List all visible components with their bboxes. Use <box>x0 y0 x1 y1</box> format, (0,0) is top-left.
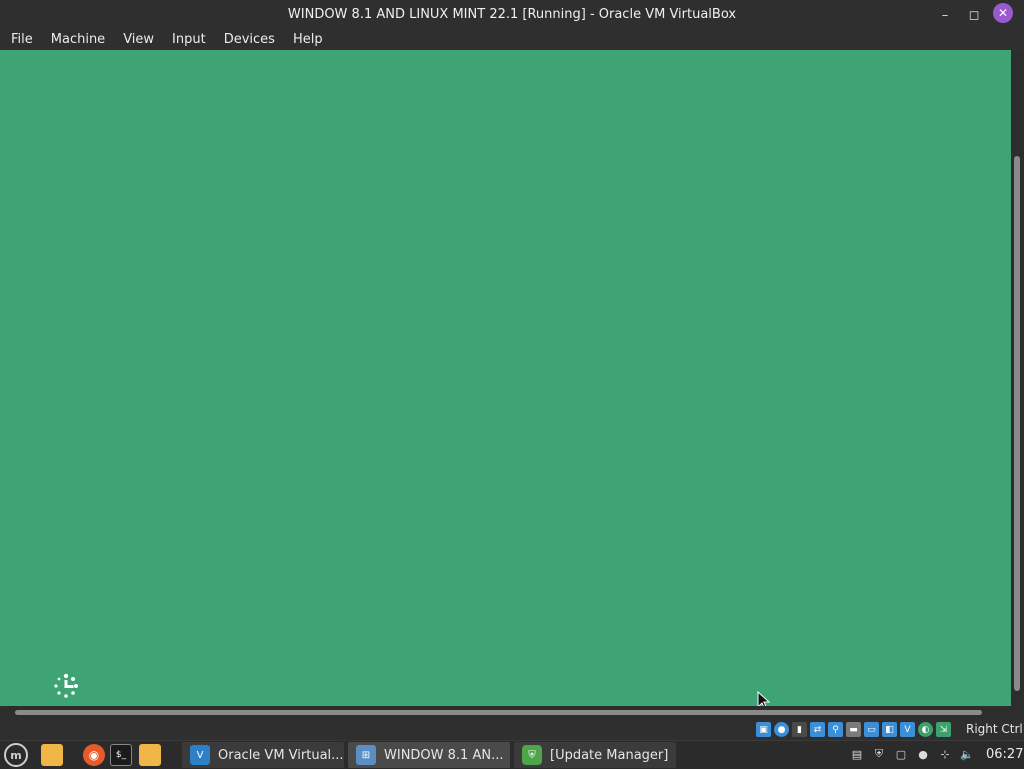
files-icon[interactable] <box>139 744 161 766</box>
task-label: WINDOW 8.1 AN... <box>384 747 504 763</box>
shared-folders-icon[interactable]: ▬ <box>846 722 861 737</box>
taskbar: m ◉ $_ V Oracle VM Virtual... ⊞ WINDOW 8… <box>0 740 1024 768</box>
window-title: WINDOW 8.1 AND LINUX MINT 22.1 [Running]… <box>287 7 737 22</box>
notes-icon[interactable]: ▢ <box>894 747 908 761</box>
clipboard-icon[interactable]: ▤ <box>850 747 864 761</box>
audio-icon[interactable]: ▮ <box>792 722 807 737</box>
vm-window-icon: ⊞ <box>356 745 376 765</box>
network-icon[interactable]: ⇄ <box>810 722 825 737</box>
system-tray: ▤ ⛨ ▢ ● ⊹ 🔈 <box>850 747 974 761</box>
menu-devices[interactable]: Devices <box>215 32 284 47</box>
vertical-scroll-thumb[interactable] <box>1014 156 1020 691</box>
task-update-manager[interactable]: ⛨ [Update Manager] <box>514 742 676 768</box>
scroll-corner <box>1011 706 1024 719</box>
window-titlebar[interactable]: WINDOW 8.1 AND LINUX MINT 22.1 [Running]… <box>0 0 1024 29</box>
recording-icon[interactable]: ◧ <box>882 722 897 737</box>
minimize-button[interactable]: – <box>934 4 956 26</box>
menu-view[interactable]: View <box>114 32 163 47</box>
terminal-icon[interactable]: $_ <box>110 744 132 766</box>
vertical-scrollbar[interactable] <box>1011 50 1024 706</box>
maximize-button[interactable]: ◻ <box>963 4 985 26</box>
menu-input[interactable]: Input <box>163 32 215 47</box>
task-label: [Update Manager] <box>550 747 669 763</box>
usb-icon[interactable]: ⚲ <box>828 722 843 737</box>
loading-spinner-icon <box>54 673 78 698</box>
clock[interactable]: 06:27 <box>986 741 1023 769</box>
task-label: Oracle VM Virtual... <box>218 747 344 763</box>
optical-drive-icon[interactable]: ● <box>774 722 789 737</box>
horizontal-scroll-thumb[interactable] <box>15 710 982 715</box>
menu-machine[interactable]: Machine <box>42 32 114 47</box>
virtualization-icon[interactable]: V <box>900 722 915 737</box>
keyboard-capture-icon[interactable]: ⇲ <box>936 722 951 737</box>
menu-file[interactable]: File <box>0 32 42 47</box>
firefox-icon[interactable]: ◉ <box>83 744 105 766</box>
shield-icon[interactable]: ⛨ <box>872 747 886 761</box>
volume-icon[interactable]: 🔈 <box>960 747 974 761</box>
display-icon[interactable]: ▭ <box>864 722 879 737</box>
hard-disk-icon[interactable]: ▣ <box>756 722 771 737</box>
menu-help[interactable]: Help <box>284 32 332 47</box>
task-vm-window[interactable]: ⊞ WINDOW 8.1 AN... <box>348 742 510 768</box>
menu-bar: File Machine View Input Devices Help <box>0 29 1024 50</box>
update-manager-shield-icon: ⛨ <box>522 745 542 765</box>
vbox-status-bar: ▣ ● ▮ ⇄ ⚲ ▬ ▭ ◧ V ◐ ⇲ Right Ctrl <box>0 719 1024 740</box>
mint-menu-icon[interactable]: m <box>4 743 28 767</box>
virtualbox-icon: V <box>190 745 210 765</box>
mouse-integration-icon[interactable]: ◐ <box>918 722 933 737</box>
vm-display[interactable] <box>0 50 1011 711</box>
host-key-label[interactable]: Right Ctrl <box>966 719 1023 740</box>
horizontal-scrollbar[interactable] <box>0 706 1011 719</box>
network-icon[interactable]: ⊹ <box>938 747 952 761</box>
user-icon[interactable]: ● <box>916 747 930 761</box>
folder-icon[interactable] <box>41 744 63 766</box>
task-oracle-vm[interactable]: V Oracle VM Virtual... <box>182 742 344 768</box>
close-button[interactable]: ✕ <box>993 3 1013 23</box>
